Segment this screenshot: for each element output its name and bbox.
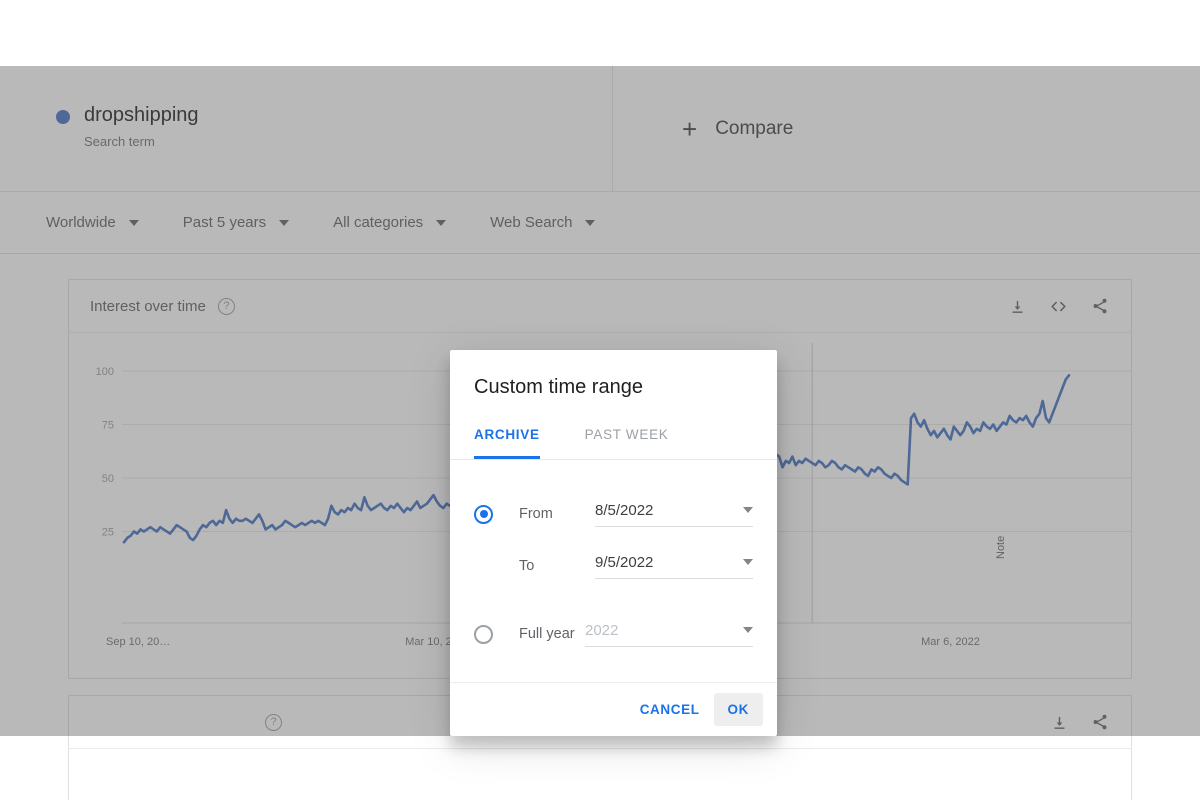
tab-past-week[interactable]: PAST WEEK [585,427,669,459]
dialog-body: From 8/5/2022 To 9/5/2022 Full year 2022 [450,460,777,660]
chevron-down-icon [743,559,753,565]
chevron-down-icon [743,627,753,633]
radio-custom-range[interactable] [474,504,493,524]
dialog-actions: CANCEL OK [450,682,777,736]
to-date-value: 9/5/2022 [595,553,654,571]
radio-full-year[interactable] [474,624,493,644]
tab-archive[interactable]: ARCHIVE [474,427,540,459]
cancel-button[interactable]: CANCEL [626,693,714,726]
full-year-row: Full year 2022 [474,608,753,660]
to-date-field[interactable]: 9/5/2022 [595,554,753,579]
range-to-row: To 9/5/2022 [474,540,753,592]
full-year-value: 2022 [585,621,619,639]
full-year-field[interactable]: 2022 [585,622,753,647]
range-from-row: From 8/5/2022 [474,488,753,540]
from-date-field[interactable]: 8/5/2022 [595,502,753,527]
dialog-tabs: ARCHIVE PAST WEEK [450,427,777,460]
from-label: From [519,506,553,522]
full-year-label: Full year [519,626,575,642]
screenshot-root: dropshipping Search term + Compare World… [0,0,1200,800]
custom-time-range-dialog: Custom time range ARCHIVE PAST WEEK From… [450,350,777,736]
ok-button[interactable]: OK [713,693,763,726]
to-label: To [519,558,535,574]
dialog-title: Custom time range [474,376,643,398]
from-date-value: 8/5/2022 [595,501,654,519]
chevron-down-icon [743,507,753,513]
